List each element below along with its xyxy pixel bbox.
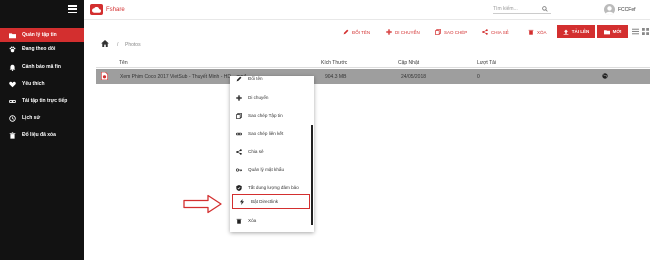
logo[interactable]: Fshare (90, 4, 125, 15)
sidebar-item-deleted[interactable]: Đổ liệu đã xóa (0, 128, 84, 142)
avatar[interactable] (604, 4, 615, 15)
video-file-icon (101, 72, 108, 80)
lightning-icon (238, 198, 246, 206)
trash-icon (235, 217, 243, 225)
move-icon (235, 94, 243, 102)
context-menu: Đổi tên Di chuyển Sao chép Tập tin Sao c… (230, 76, 314, 232)
move-icon (386, 29, 392, 35)
shared-globe-icon (602, 73, 608, 79)
sidebar-item-label: Yêu thích (22, 81, 45, 87)
sidebar-item-following[interactable]: Đang theo dõi (0, 42, 84, 56)
menu-item-label: Tắt dung lượng đảm bảo (248, 185, 299, 190)
column-header-size[interactable]: Kích Thước (321, 60, 347, 66)
menu-item-label: Di chuyển (248, 95, 269, 100)
share-icon (482, 29, 488, 35)
breadcrumb-current[interactable]: Photos (125, 42, 141, 48)
menu-item-label: Chia sẻ (248, 149, 264, 154)
menu-item-label: Sao chép liên kết (248, 131, 284, 136)
share-button[interactable]: CHIA SẺ (482, 28, 509, 36)
new-folder-icon (603, 29, 610, 34)
link-icon (8, 97, 16, 105)
file-size: 904.3 MB (325, 74, 347, 80)
move-button[interactable]: DI CHUYỂN (386, 28, 420, 36)
copy-button[interactable]: SAO CHÉP (435, 28, 467, 36)
bell-icon (8, 63, 16, 71)
list-view-icon[interactable] (632, 28, 639, 35)
cloud-logo-icon (90, 4, 103, 15)
search-icon[interactable] (542, 6, 548, 12)
grid-view-icon[interactable] (642, 28, 649, 35)
sidebar-item-alerts[interactable]: Cảnh báo mã fin (0, 60, 84, 74)
sidebar-item-file-manager[interactable]: Quản lý tập tin (0, 28, 84, 42)
header-divider (84, 19, 650, 20)
new-button[interactable]: MỚI (597, 25, 628, 38)
copy-icon (435, 29, 441, 35)
delete-label: XÓA (537, 29, 547, 35)
menu-item-label: Sao chép Tập tin (248, 113, 283, 118)
share-label: CHIA SẺ (491, 29, 509, 35)
menu-item-label: Đổi tên (248, 76, 263, 81)
file-downloads: 0 (477, 74, 480, 80)
sidebar-item-label: Cảnh báo mã fin (22, 64, 61, 70)
menu-item-guaranteed-storage[interactable]: Tắt dung lượng đảm bảo (230, 180, 310, 195)
menu-item-copy-file[interactable]: Sao chép Tập tin (230, 108, 310, 123)
clock-icon (8, 114, 16, 122)
upload-label: TẢI LÊN (571, 29, 590, 34)
user-name[interactable]: FCCFef (618, 7, 636, 13)
hamburger-menu-icon[interactable] (68, 5, 77, 13)
paw-icon (8, 45, 16, 53)
table-header-divider (96, 67, 650, 68)
sidebar-item-label: Tải tập tin trực tiếp (22, 98, 68, 104)
sidebar-item-label: Lịch sử (22, 115, 41, 121)
move-label: DI CHUYỂN (395, 29, 420, 35)
menu-item-password[interactable]: Quản lý mật khẩu (230, 162, 310, 177)
sidebar-item-direct-download[interactable]: Tải tập tin trực tiếp (0, 94, 84, 108)
menu-item-share[interactable]: Chia sẻ (230, 144, 310, 159)
sidebar-item-label: Đang theo dõi (22, 46, 56, 52)
home-icon[interactable] (101, 40, 109, 47)
menu-item-label: Xóa (248, 218, 257, 223)
trash-icon (8, 131, 16, 139)
shield-icon (235, 184, 243, 192)
menu-item-label: Bật Directlink (251, 199, 279, 204)
sidebar-item-history[interactable]: Lịch sử (0, 111, 84, 125)
trash-icon (528, 29, 534, 35)
upload-icon (563, 29, 569, 35)
brand-name: Fshare (106, 6, 125, 13)
file-updated: 24/05/2018 (401, 74, 427, 80)
sidebar-item-label: Quản lý tập tin (22, 32, 57, 38)
sidebar-item-label: Đổ liệu đã xóa (22, 132, 56, 138)
rename-label: ĐỔI TÊN (352, 29, 371, 35)
menu-item-rename[interactable]: Đổi tên (230, 76, 310, 86)
new-label: MỚI (612, 29, 622, 34)
pencil-icon (235, 76, 243, 83)
copy-icon (235, 112, 243, 120)
sidebar-item-favorites[interactable]: Yêu thích (0, 77, 84, 91)
sidebar: Quản lý tập tin Đang theo dõi Cảnh báo m… (0, 0, 84, 260)
share-icon (235, 148, 243, 156)
column-header-name[interactable]: Tên (119, 60, 128, 66)
menu-item-move[interactable]: Di chuyển (230, 90, 310, 105)
folder-icon (8, 31, 16, 39)
pointer-arrow-icon (183, 194, 222, 214)
link-icon (235, 130, 243, 138)
column-header-downloads[interactable]: Lượt Tải (477, 60, 496, 66)
copy-label: SAO CHÉP (444, 29, 468, 35)
upload-button[interactable]: TẢI LÊN (557, 25, 595, 38)
menu-item-enable-directlink[interactable]: Bật Directlink (232, 194, 310, 209)
delete-button[interactable]: XÓA (528, 28, 547, 36)
pencil-icon (343, 29, 349, 35)
key-icon (235, 166, 243, 174)
menu-item-label: Quản lý mật khẩu (248, 167, 285, 172)
heart-icon (8, 80, 16, 88)
context-menu-scrollbar[interactable] (311, 125, 313, 225)
menu-item-delete[interactable]: Xóa (230, 213, 310, 228)
file-name[interactable]: Xem Phim Coco 2017 VietSub - Thuyết Minh… (120, 74, 246, 80)
rename-button[interactable]: ĐỔI TÊN (343, 28, 370, 36)
column-header-updated[interactable]: Cập Nhật (398, 60, 419, 66)
breadcrumb-separator: / (117, 42, 119, 48)
menu-item-copy-link[interactable]: Sao chép liên kết (230, 126, 310, 141)
